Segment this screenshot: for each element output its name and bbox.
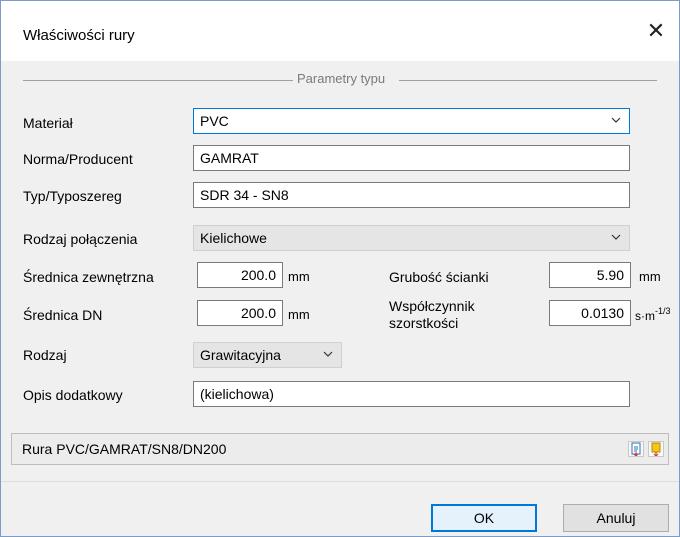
cancel-button[interactable]: Anuluj <box>563 504 669 532</box>
roughness-label-line2: szorstkości <box>389 315 459 331</box>
type-label: Typ/Typoszereg <box>23 188 122 204</box>
norm-label: Norma/Producent <box>23 151 133 167</box>
title-bar: Właściwości rury ✕ <box>1 1 679 61</box>
wall-thickness-label: Grubość ścianki <box>389 269 489 285</box>
dn-diameter-label: Średnica DN <box>23 307 103 323</box>
close-button[interactable]: ✕ <box>633 13 679 49</box>
material-value: PVC <box>200 113 229 129</box>
kind-select[interactable]: Grawitacyjna <box>193 342 342 368</box>
description-label: Opis dodatkowy <box>23 387 123 403</box>
dn-diameter-unit: mm <box>288 307 310 322</box>
chevron-down-icon <box>323 351 333 357</box>
outer-diameter-input[interactable]: 200.0 <box>197 262 283 288</box>
chevron-down-icon <box>611 234 621 240</box>
group-title: Parametry typu <box>297 71 386 86</box>
kind-label: Rodzaj <box>23 347 67 363</box>
connection-select[interactable]: Kielichowe <box>193 225 630 251</box>
dn-diameter-input[interactable]: 200.0 <box>197 300 283 326</box>
group-separator-left <box>23 80 293 81</box>
summary-text: Rura PVC/GAMRAT/SN8/DN200 <box>22 441 227 457</box>
outer-diameter-unit: mm <box>288 269 310 284</box>
type-input[interactable]: SDR 34 - SN8 <box>193 182 630 208</box>
pipe-properties-dialog: Właściwości rury ✕ Parametry typu Materi… <box>0 0 680 537</box>
ok-button[interactable]: OK <box>431 504 537 532</box>
group-separator-right <box>399 80 657 81</box>
roughness-label-line1: Współczynnik <box>389 298 475 314</box>
roughness-unit-base: s·m <box>635 309 655 323</box>
connection-label: Rodzaj połączenia <box>23 231 138 247</box>
footer-separator <box>1 481 679 482</box>
description-input[interactable]: (kielichowa) <box>193 381 630 407</box>
dialog-title: Właściwości rury <box>23 27 135 44</box>
close-icon: ✕ <box>646 18 666 43</box>
wall-thickness-unit: mm <box>639 269 661 284</box>
document-icon[interactable] <box>628 441 644 457</box>
roughness-input[interactable]: 0.0130 <box>549 300 631 326</box>
material-label: Materiał <box>23 115 73 131</box>
norm-input[interactable]: GAMRAT <box>193 145 630 171</box>
connection-value: Kielichowe <box>200 230 267 246</box>
material-select[interactable]: PVC <box>193 108 630 134</box>
roughness-unit-exponent: -1/3 <box>655 306 671 316</box>
tag-icon[interactable] <box>648 441 664 457</box>
summary-field: Rura PVC/GAMRAT/SN8/DN200 <box>11 433 669 465</box>
chevron-down-icon <box>611 117 621 123</box>
kind-value: Grawitacyjna <box>200 347 281 363</box>
outer-diameter-label: Średnica zewnętrzna <box>23 269 154 285</box>
roughness-unit: s·m-1/3 <box>635 306 671 323</box>
wall-thickness-input[interactable]: 5.90 <box>549 262 631 288</box>
